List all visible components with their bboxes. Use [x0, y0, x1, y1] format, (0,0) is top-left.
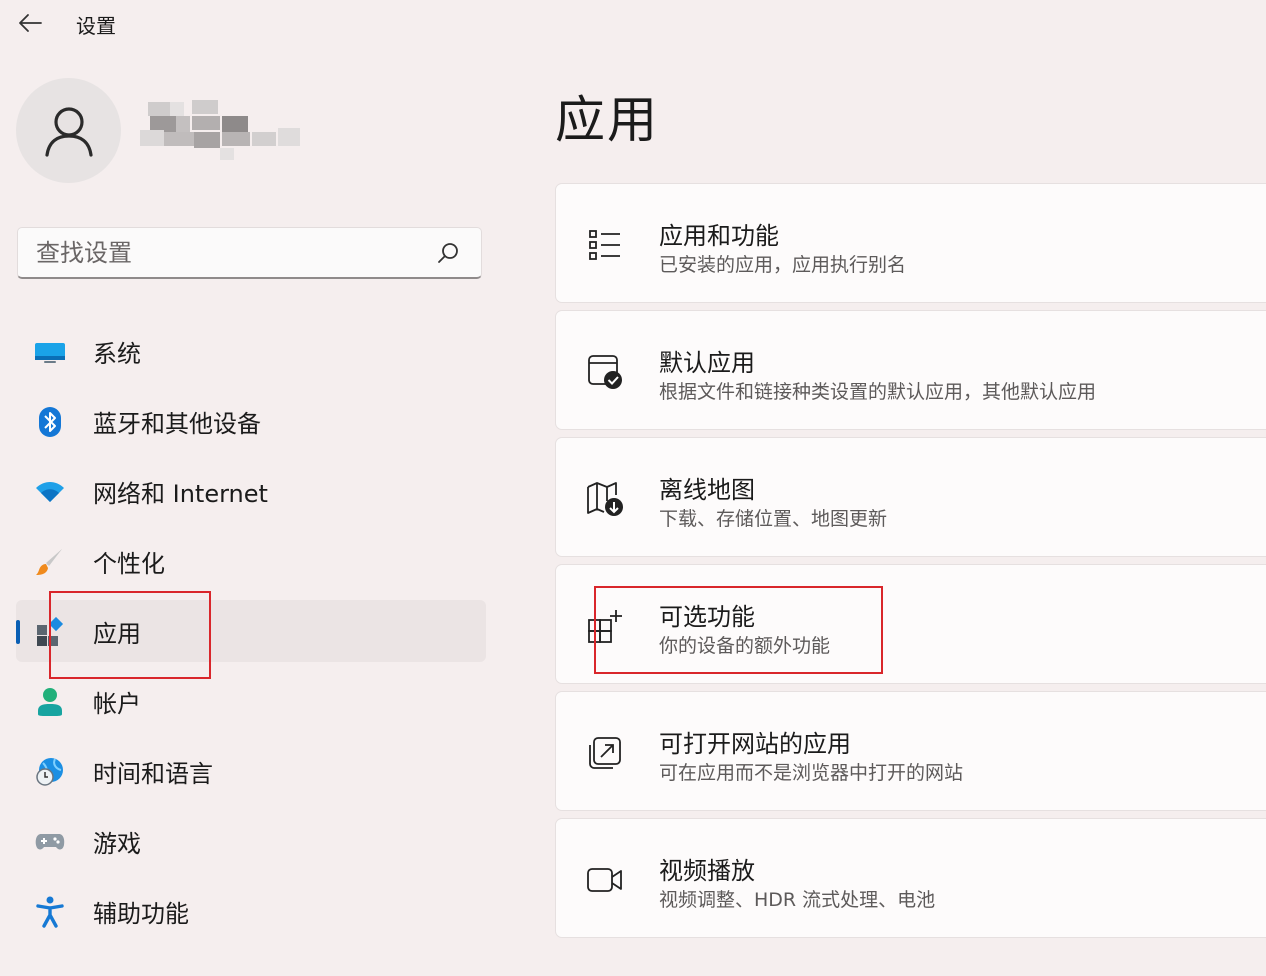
sidebar-item-system[interactable]: 系统: [16, 320, 486, 382]
card-title: 应用和功能: [659, 222, 779, 250]
accessibility-icon: [34, 896, 66, 928]
card-subtitle: 下载、存储位置、地图更新: [659, 508, 888, 530]
card-apps-features[interactable]: 应用和功能 已安装的应用，应用执行别名: [555, 183, 1266, 303]
account-icon: [34, 686, 66, 718]
sidebar-item-label: 应用: [93, 620, 141, 648]
app-title: 设置: [76, 14, 116, 38]
sidebar-item-label: 蓝牙和其他设备: [93, 410, 261, 438]
card-subtitle: 你的设备的额外功能: [659, 635, 831, 657]
sidebar-item-label: 帐户: [93, 690, 141, 718]
selection-indicator: [16, 620, 20, 644]
grid-add-icon: [586, 607, 624, 645]
wifi-icon: [34, 476, 66, 508]
search-input[interactable]: [36, 236, 436, 270]
arrow-left-icon: [19, 14, 42, 32]
globe-clock-icon: [34, 756, 66, 788]
card-subtitle: 视频调整、HDR 流式处理、电池: [659, 889, 936, 911]
card-default-apps[interactable]: 默认应用 根据文件和链接种类设置的默认应用，其他默认应用: [555, 310, 1266, 430]
sidebar-item-label: 游戏: [93, 830, 141, 858]
sidebar-item-time-language[interactable]: 时间和语言: [16, 740, 486, 802]
video-camera-icon: [586, 861, 624, 899]
apps-icon: [34, 616, 66, 648]
back-button[interactable]: [14, 8, 46, 38]
sidebar-item-label: 个性化: [93, 550, 165, 578]
map-download-icon: [586, 480, 624, 518]
sidebar-item-personalization[interactable]: 个性化: [16, 530, 486, 592]
sidebar-item-label: 网络和 Internet: [93, 480, 268, 508]
card-title: 视频播放: [659, 857, 755, 885]
sidebar-nav: 系统 蓝牙和其他设备 网络和 Internet 个性化 应用 帐户 时间和语言 …: [16, 320, 486, 950]
card-subtitle: 可在应用而不是浏览器中打开的网站: [659, 762, 964, 784]
paintbrush-icon: [34, 546, 66, 578]
card-title: 默认应用: [659, 349, 755, 377]
bluetooth-icon: [34, 406, 66, 438]
search-icon[interactable]: [437, 242, 459, 264]
settings-card-list: 应用和功能 已安装的应用，应用执行别名 默认应用 根据文件和链接种类设置的默认应…: [555, 183, 1266, 945]
list-icon: [586, 226, 624, 264]
card-title: 可选功能: [659, 603, 755, 631]
sidebar-item-gaming[interactable]: 游戏: [16, 810, 486, 872]
gamepad-icon: [34, 826, 66, 858]
avatar[interactable]: [16, 78, 121, 183]
sidebar-item-accessibility[interactable]: 辅助功能: [16, 880, 486, 942]
card-subtitle: 已安装的应用，应用执行别名: [659, 254, 907, 276]
card-offline-maps[interactable]: 离线地图 下载、存储位置、地图更新: [555, 437, 1266, 557]
sidebar-item-bluetooth[interactable]: 蓝牙和其他设备: [16, 390, 486, 452]
sidebar-item-label: 时间和语言: [93, 760, 213, 788]
sidebar-item-apps[interactable]: 应用: [16, 600, 486, 662]
card-optional-features[interactable]: 可选功能 你的设备的额外功能: [555, 564, 1266, 684]
search-box[interactable]: [17, 227, 482, 279]
sidebar-item-label: 辅助功能: [93, 900, 189, 928]
card-apps-for-websites[interactable]: 可打开网站的应用 可在应用而不是浏览器中打开的网站: [555, 691, 1266, 811]
sidebar-item-label: 系统: [93, 340, 141, 368]
sidebar-item-accounts[interactable]: 帐户: [16, 670, 486, 732]
monitor-icon: [34, 336, 66, 368]
user-name-blurred: [140, 98, 302, 176]
card-title: 可打开网站的应用: [659, 730, 851, 758]
open-external-icon: [586, 734, 624, 772]
person-icon: [44, 106, 93, 157]
card-video-playback[interactable]: 视频播放 视频调整、HDR 流式处理、电池: [555, 818, 1266, 938]
card-title: 离线地图: [659, 476, 755, 504]
card-subtitle: 根据文件和链接种类设置的默认应用，其他默认应用: [659, 381, 1097, 403]
sidebar-item-network[interactable]: 网络和 Internet: [16, 460, 486, 522]
page-title: 应用: [555, 91, 659, 149]
default-app-check-icon: [586, 353, 624, 391]
